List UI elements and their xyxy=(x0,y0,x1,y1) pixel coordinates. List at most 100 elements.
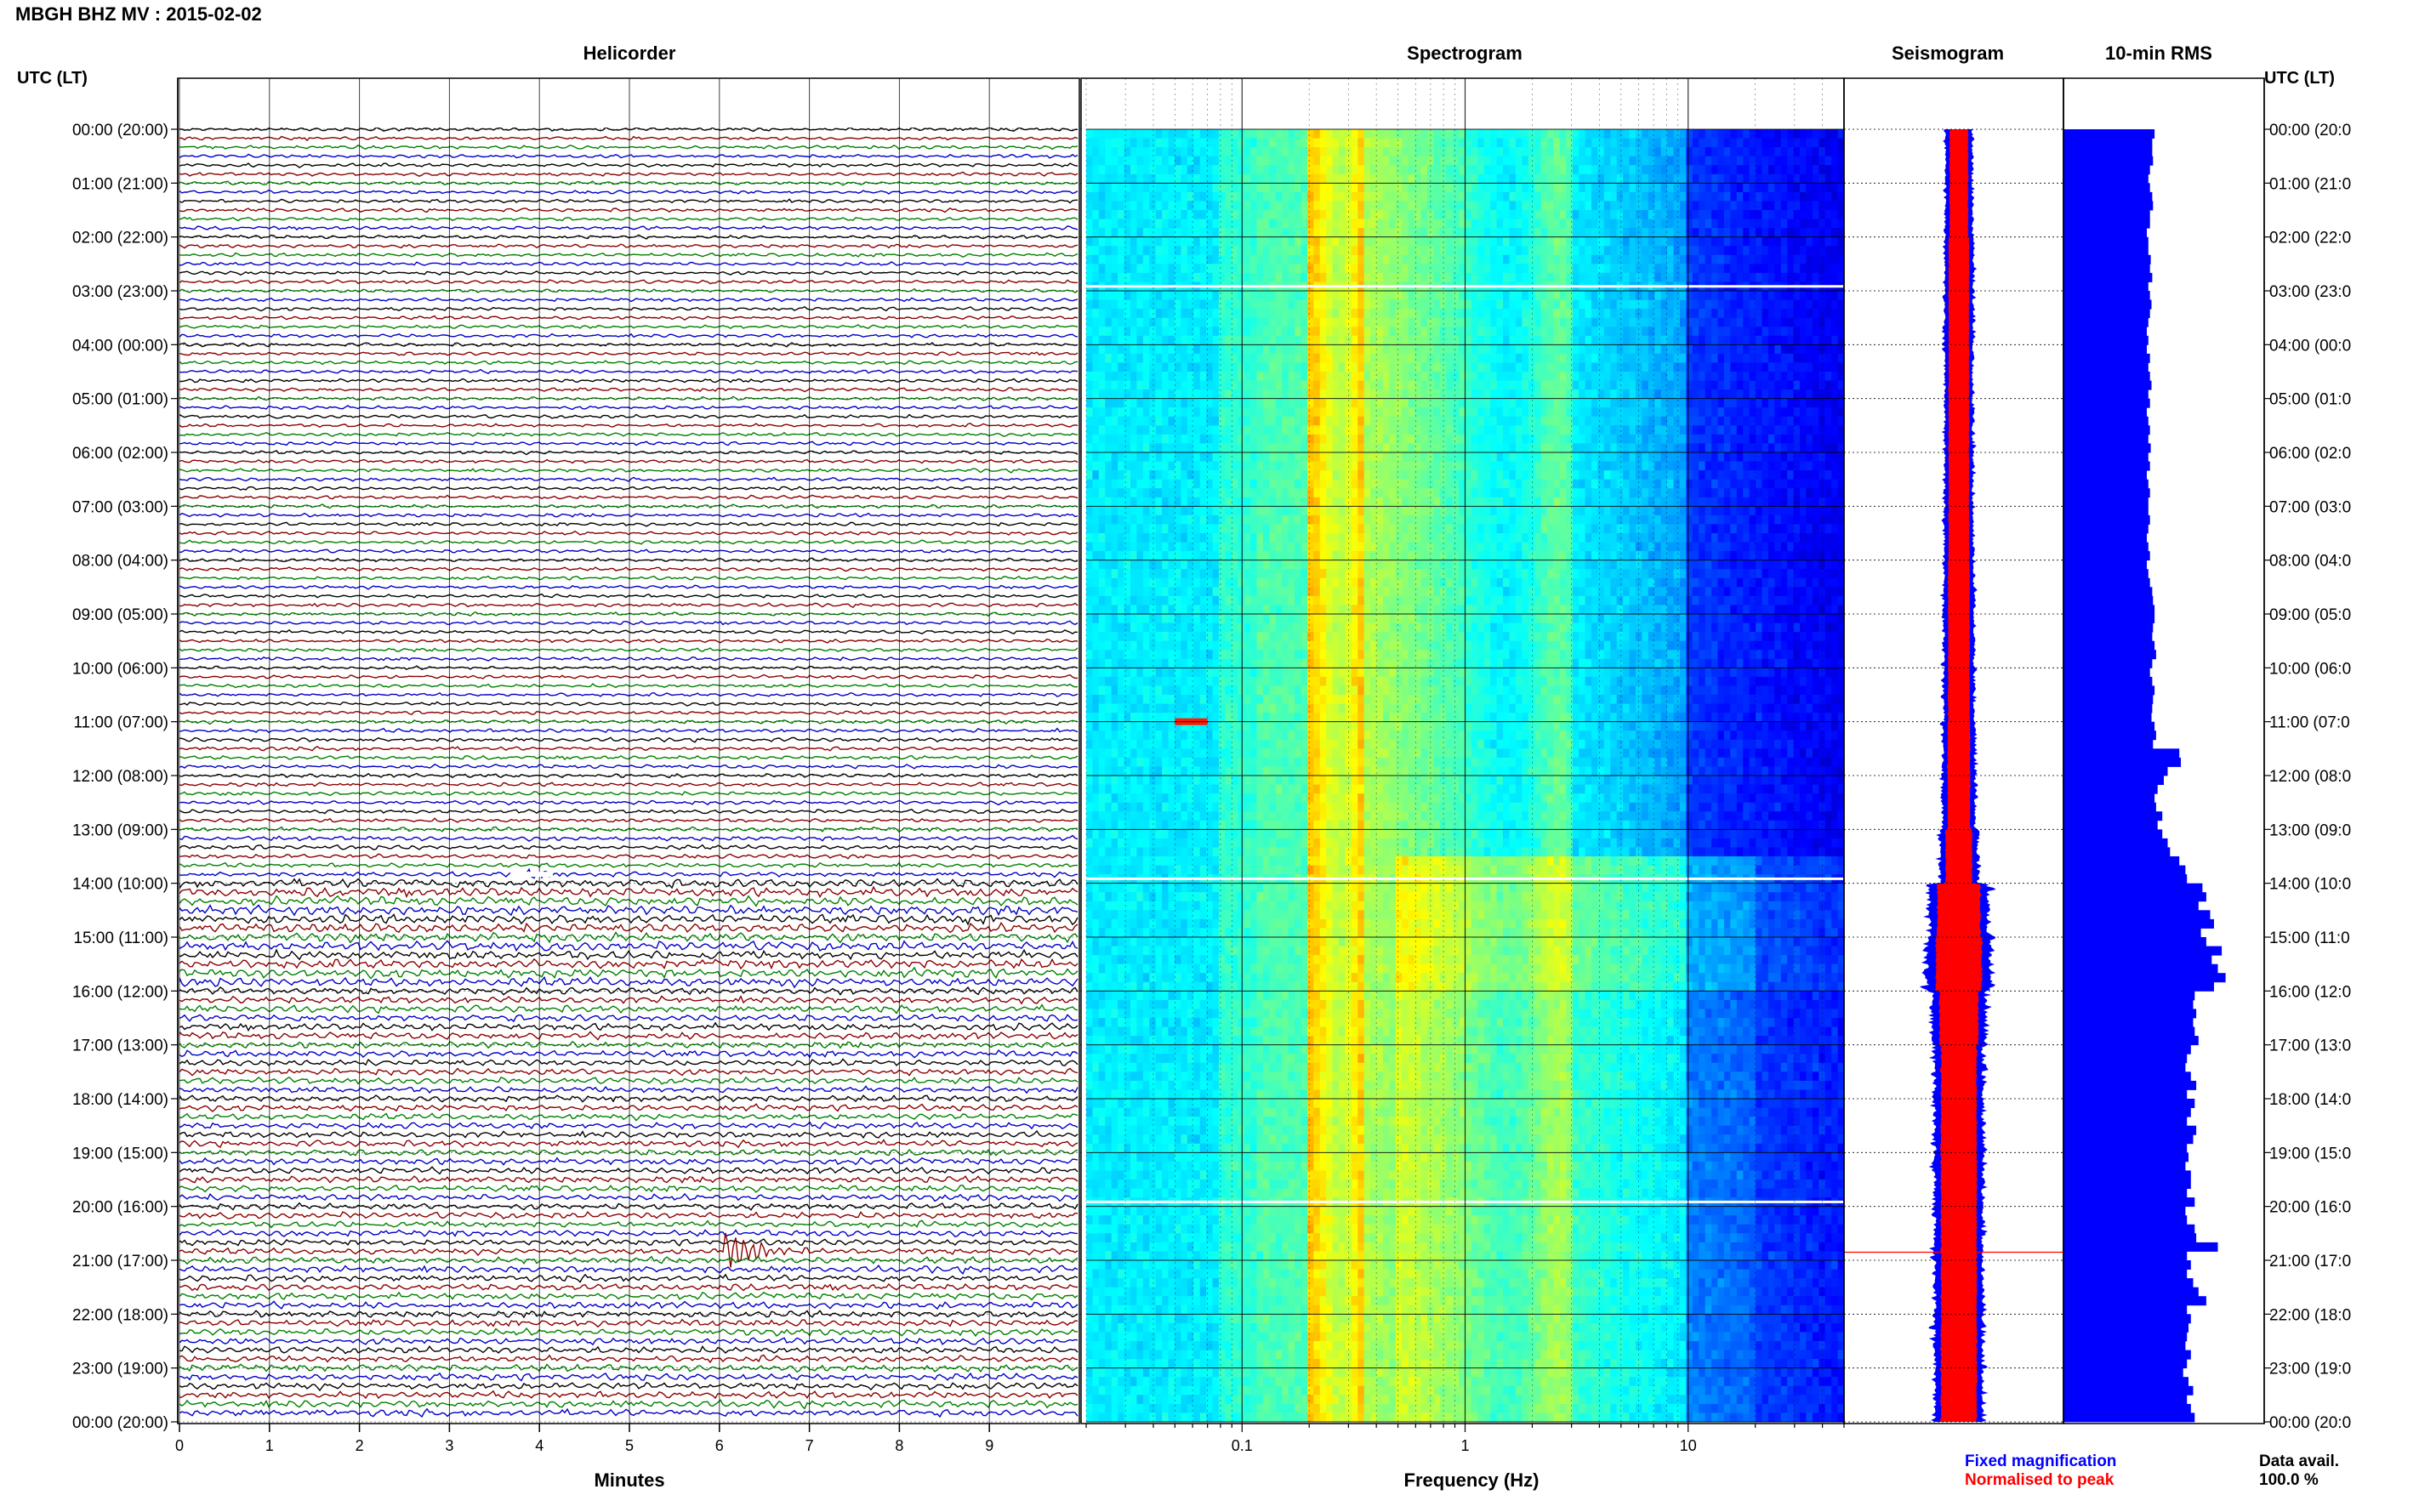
spectrogram-cell xyxy=(1579,173,1586,184)
spectrogram-cell xyxy=(1780,452,1788,463)
spectrogram-cell xyxy=(1218,299,1226,310)
spectrogram-cell xyxy=(1142,398,1150,408)
spectrogram-cell xyxy=(1483,452,1491,463)
spectrogram-cell xyxy=(1218,362,1226,372)
spectrogram-cell xyxy=(1824,434,1832,445)
spectrogram-cell xyxy=(1465,183,1472,193)
spectrogram-cell xyxy=(1231,398,1238,408)
spectrogram-cell xyxy=(1509,201,1517,211)
spectrogram-cell xyxy=(1616,272,1624,283)
spectrogram-cell xyxy=(1591,425,1598,435)
spectrogram-cell xyxy=(1654,254,1662,264)
spectrogram-cell xyxy=(1559,434,1567,445)
spectrogram-cell xyxy=(1509,479,1517,489)
spectrogram-cell xyxy=(1743,416,1750,426)
spectrogram-cell xyxy=(1313,191,1321,202)
spectrogram-cell xyxy=(1528,156,1535,166)
spectrogram-cell xyxy=(1831,228,1839,238)
spectrogram-cell xyxy=(1629,129,1636,139)
spectrogram-cell xyxy=(1679,191,1687,202)
spectrogram-cell xyxy=(1800,299,1807,310)
spectrogram-cell xyxy=(1723,219,1731,229)
spectrogram-cell xyxy=(1692,461,1699,471)
spectrogram-cell xyxy=(1787,452,1795,463)
spectrogram-cell xyxy=(1743,434,1750,445)
spectrogram-cell xyxy=(1572,353,1579,364)
spectrogram-cell xyxy=(1420,389,1428,400)
spectrogram-cell xyxy=(1824,264,1832,274)
spectrogram-cell xyxy=(1433,291,1441,301)
spectrogram-cell xyxy=(1522,443,1529,453)
spectrogram-cell xyxy=(1673,264,1681,274)
spectrogram-cell xyxy=(1471,173,1478,184)
spectrogram-cell xyxy=(1420,434,1428,445)
spectrogram-cell xyxy=(1679,389,1687,400)
spectrogram-cell xyxy=(1092,219,1100,229)
spectrogram-cell xyxy=(1522,219,1529,229)
spectrogram-cell xyxy=(1420,210,1428,220)
spectrogram-cell xyxy=(1086,156,1093,166)
spectrogram-cell xyxy=(1717,147,1725,157)
spectrogram-cell xyxy=(1572,173,1579,184)
spectrogram-cell xyxy=(1648,452,1655,463)
spectrogram-cell xyxy=(1306,191,1314,202)
spectrogram-cell xyxy=(1667,443,1675,453)
spectrogram-cell xyxy=(1206,416,1214,426)
spectrogram-cell xyxy=(1168,344,1175,355)
spectrogram-cell xyxy=(1218,219,1226,229)
spectrogram-cell xyxy=(1496,201,1504,211)
spectrogram-cell xyxy=(1149,362,1157,372)
spectrogram-cell xyxy=(1130,362,1137,372)
spectrogram-cell xyxy=(1477,183,1485,193)
spectrogram-cell xyxy=(1256,191,1264,202)
spectrogram-cell xyxy=(1711,452,1719,463)
spectrogram-cell xyxy=(1540,344,1548,355)
spectrogram-cell xyxy=(1623,335,1631,345)
spectrogram-cell xyxy=(1515,165,1523,175)
spectrogram-cell xyxy=(1193,317,1201,327)
spectrogram-cell xyxy=(1522,452,1529,463)
spectrogram-cell xyxy=(1503,264,1510,274)
spectrogram-cell xyxy=(1780,210,1788,220)
spectrogram-cell xyxy=(1736,228,1744,238)
spectrogram-cell xyxy=(1238,416,1245,426)
spectrogram-cell xyxy=(1648,380,1655,390)
spectrogram-cell xyxy=(1086,272,1093,283)
spectrogram-cell xyxy=(1812,299,1819,310)
spectrogram-cell xyxy=(1452,344,1460,355)
spectrogram-cell xyxy=(1780,272,1788,283)
spectrogram-cell xyxy=(1199,246,1207,256)
spectrogram-cell xyxy=(1262,470,1270,480)
spectrogram-cell xyxy=(1124,479,1131,489)
spectrogram-cell xyxy=(1142,299,1150,310)
spectrogram-cell xyxy=(1465,254,1472,264)
spectrogram-cell xyxy=(1730,236,1738,247)
spectrogram-cell xyxy=(1092,327,1100,337)
spectrogram-cell xyxy=(1812,219,1819,229)
spectrogram-cell xyxy=(1540,479,1548,489)
spectrogram-cell xyxy=(1515,291,1523,301)
spectrogram-cell xyxy=(1218,353,1226,364)
spectrogram-cell xyxy=(1452,452,1460,463)
spectrogram-cell xyxy=(1326,425,1334,435)
spectrogram-cell xyxy=(1723,479,1731,489)
spectrogram-cell xyxy=(1433,398,1441,408)
spectrogram-cell xyxy=(1717,335,1725,345)
spectrogram-cell xyxy=(1654,479,1662,489)
spectrogram-cell xyxy=(1118,299,1125,310)
spectrogram-cell xyxy=(1471,362,1478,372)
spectrogram-cell xyxy=(1572,344,1579,355)
spectrogram-cell xyxy=(1452,129,1460,139)
spectrogram-cell xyxy=(1756,407,1763,418)
spectrogram-cell xyxy=(1206,335,1214,345)
spectrogram-cell xyxy=(1705,236,1712,247)
spectrogram-cell xyxy=(1383,228,1390,238)
spectrogram-cell xyxy=(1762,147,1769,157)
spectrogram-cell xyxy=(1098,362,1106,372)
spectrogram-cell xyxy=(1534,291,1542,301)
spectrogram-cell xyxy=(1547,156,1554,166)
spectrogram-cell xyxy=(1376,228,1384,238)
spectrogram-cell xyxy=(1579,201,1586,211)
spectrogram-cell xyxy=(1238,165,1245,175)
spectrogram-cell xyxy=(1282,327,1289,337)
